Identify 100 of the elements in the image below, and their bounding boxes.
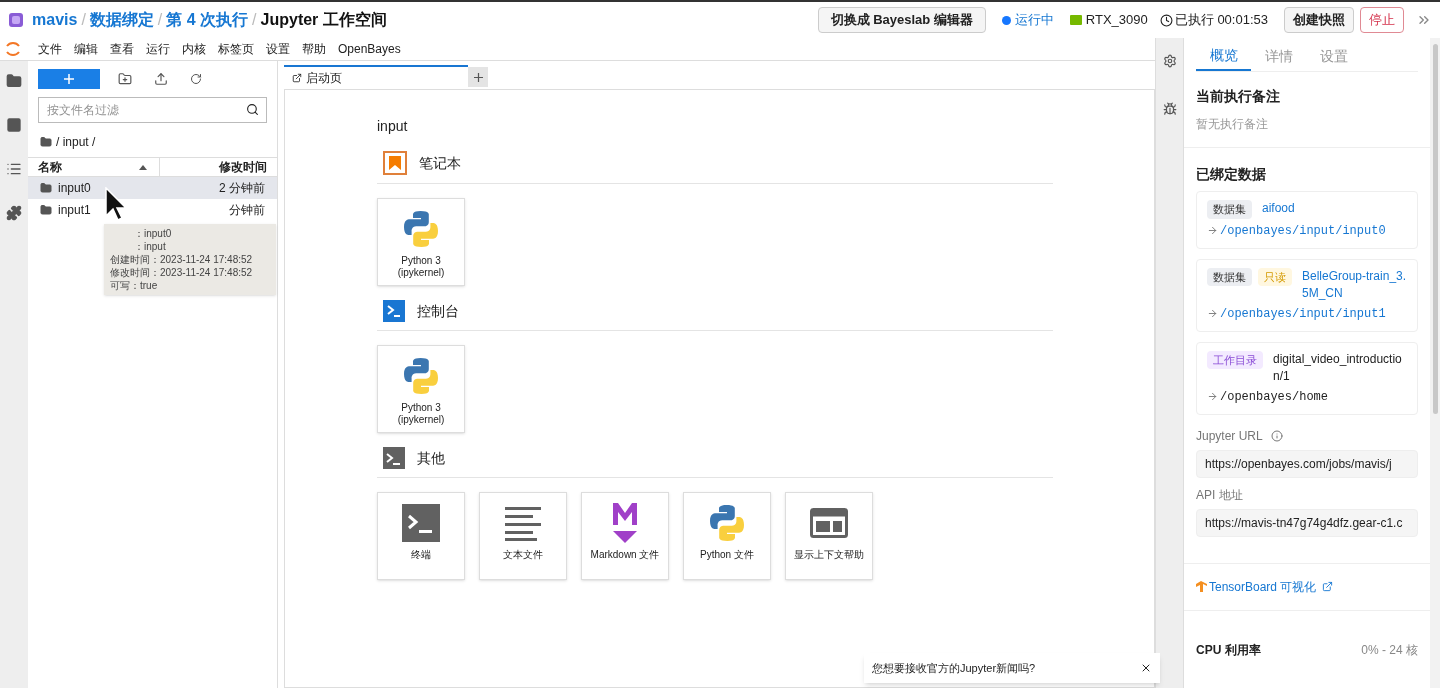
clock-icon bbox=[1159, 13, 1173, 27]
folder-icon bbox=[40, 204, 52, 216]
binding-path[interactable]: /openbayes/input/input0 bbox=[1220, 221, 1386, 240]
close-icon[interactable] bbox=[1140, 662, 1152, 674]
console-icon bbox=[383, 300, 405, 322]
python-logo-icon bbox=[401, 209, 441, 249]
section-title: 笔记本 bbox=[419, 153, 461, 173]
panel-tab[interactable]: 概览 bbox=[1196, 42, 1251, 71]
python-logo-icon bbox=[707, 503, 747, 543]
text-lines-icon bbox=[505, 505, 541, 541]
launcher-card[interactable]: 终端 bbox=[377, 492, 465, 580]
tooltip-line: ：input0 bbox=[133, 227, 172, 240]
breadcrumb-separator: / bbox=[81, 10, 86, 30]
mouse-cursor-icon bbox=[105, 187, 127, 221]
launcher-card[interactable]: 显示上下文帮助 bbox=[785, 492, 873, 580]
file-row[interactable]: input1 分钟前 bbox=[28, 199, 277, 221]
menu-item[interactable]: 帮助 bbox=[296, 40, 332, 58]
notification-text: 您想要接收官方的Jupyter新闻吗? bbox=[872, 660, 1037, 676]
tooltip-line: ：input bbox=[133, 240, 166, 253]
upload-icon[interactable] bbox=[154, 72, 168, 86]
modified-time: 2 分钟前 bbox=[219, 180, 265, 197]
new-launcher-button[interactable] bbox=[38, 69, 100, 89]
breadcrumb-link[interactable]: 数据绑定 bbox=[89, 8, 154, 32]
section-title: 其他 bbox=[417, 448, 445, 468]
cpu-value: 0% - 24 核 bbox=[1361, 641, 1418, 659]
note-title: 当前执行备注 bbox=[1196, 87, 1281, 106]
launcher-card[interactable]: 文本文件 bbox=[479, 492, 567, 580]
menu-item[interactable]: OpenBayes bbox=[332, 40, 407, 58]
binding-path[interactable]: /openbayes/input/input1 bbox=[1220, 304, 1386, 323]
filter-field[interactable]: 按文件名过滤 bbox=[38, 97, 267, 123]
puzzle-icon[interactable] bbox=[6, 205, 22, 221]
binding-name[interactable]: BelleGroup-train_3.5M_CN bbox=[1302, 267, 1407, 302]
binding-path: /openbayes/home bbox=[1220, 388, 1329, 406]
modified-time: 分钟前 bbox=[229, 202, 265, 219]
arrow-icon bbox=[1207, 308, 1218, 319]
menu-item[interactable]: 标签页 bbox=[212, 40, 260, 58]
binding-tag: 数据集 bbox=[1207, 267, 1252, 286]
breadcrumb-link[interactable]: mavis bbox=[32, 8, 78, 32]
column-header[interactable]: 名称 bbox=[28, 158, 160, 176]
menu-item[interactable]: 运行 bbox=[140, 40, 176, 58]
column-header[interactable]: 修改时间 bbox=[160, 158, 277, 176]
menu-item[interactable]: 内核 bbox=[176, 40, 212, 58]
markdown-icon bbox=[611, 501, 639, 545]
launcher-title: input bbox=[377, 117, 409, 136]
new-folder-icon[interactable] bbox=[118, 72, 132, 86]
menu-item[interactable]: 查看 bbox=[104, 40, 140, 58]
folder-icon[interactable] bbox=[6, 73, 22, 89]
section-title: 已绑定数据 bbox=[1196, 165, 1267, 184]
list-icon[interactable] bbox=[6, 161, 22, 177]
gpu-label: RTX_3090 bbox=[1085, 11, 1148, 30]
binding-tag: 只读 bbox=[1258, 267, 1292, 286]
bug-icon[interactable] bbox=[1162, 102, 1177, 116]
stop-button[interactable]: 停止 bbox=[1360, 7, 1404, 33]
sort-caret-icon bbox=[139, 164, 147, 170]
menu-item[interactable]: 编辑 bbox=[68, 40, 104, 58]
breadcrumb-path[interactable]: / input / bbox=[56, 133, 96, 151]
status-label: 运行中 bbox=[1014, 11, 1054, 30]
refresh-icon[interactable] bbox=[190, 73, 202, 85]
folder-icon[interactable] bbox=[40, 136, 52, 148]
add-tab-button[interactable] bbox=[468, 67, 488, 87]
terminal-icon bbox=[383, 447, 405, 469]
switch-editor-button[interactable]: 切换成 Bayeslab 编辑器 bbox=[817, 7, 986, 33]
plus-icon bbox=[473, 72, 483, 82]
info-icon[interactable] bbox=[1270, 429, 1283, 442]
menu-item[interactable]: 文件 bbox=[32, 40, 68, 58]
url-field[interactable]: https://openbayes.com/jobs/mavis/j bbox=[1196, 449, 1418, 478]
tooltip-line: 修改时间：2023-11-24 17:48:52 bbox=[110, 266, 253, 279]
cpu-label: CPU 利用率 bbox=[1196, 641, 1261, 659]
gears-icon[interactable] bbox=[1162, 54, 1177, 68]
folder-icon bbox=[40, 182, 52, 194]
tensorboard-link[interactable]: TensorBoard 可视化 bbox=[1209, 577, 1317, 596]
gpu-chip-icon bbox=[1069, 15, 1082, 25]
binding-name[interactable]: aifood bbox=[1262, 200, 1295, 217]
binding-name: digital_video_introduction/1 bbox=[1273, 350, 1403, 385]
breadcrumb-separator: / bbox=[157, 10, 163, 30]
file-name: input1 bbox=[58, 202, 91, 219]
note-text: 暂无执行备注 bbox=[1196, 116, 1269, 133]
menu-item[interactable]: 设置 bbox=[260, 40, 296, 58]
section-title: 控制台 bbox=[417, 301, 459, 321]
tensorboard-logo-icon bbox=[1196, 581, 1207, 592]
url-field[interactable]: https://mavis-tn47g74g4dfz.gear-c1.c bbox=[1196, 508, 1418, 537]
tooltip-line: 可写：true bbox=[110, 279, 158, 292]
snapshot-button[interactable]: 创建快照 bbox=[1284, 7, 1354, 33]
launcher-card[interactable]: Python 文件 bbox=[683, 492, 771, 580]
launcher-card[interactable]: Markdown 文件 bbox=[581, 492, 669, 580]
field-label: API 地址 bbox=[1196, 486, 1244, 504]
launcher-card[interactable]: Python 3 (ipykernel) bbox=[377, 198, 465, 286]
elapsed-time: 已执行 00:01:53 bbox=[1174, 11, 1268, 30]
launcher-card[interactable]: Python 3 (ipykernel) bbox=[377, 345, 465, 433]
external-link-icon[interactable] bbox=[1322, 581, 1334, 592]
arrow-icon bbox=[1207, 391, 1218, 402]
page-title: Jupyter 工作空间 bbox=[260, 10, 387, 30]
app-logo-icon bbox=[8, 12, 24, 28]
tooltip-line: 创建时间：2023-11-24 17:48:52 bbox=[110, 253, 253, 266]
binding-tag: 数据集 bbox=[1207, 200, 1252, 219]
bookmark-icon bbox=[383, 151, 407, 175]
file-name: input0 bbox=[58, 180, 91, 197]
field-label: Jupyter URL bbox=[1196, 427, 1263, 445]
breadcrumb-link[interactable]: 第 4 次执行 bbox=[166, 8, 249, 32]
file-row[interactable]: input0 2 分钟前 bbox=[28, 177, 277, 199]
